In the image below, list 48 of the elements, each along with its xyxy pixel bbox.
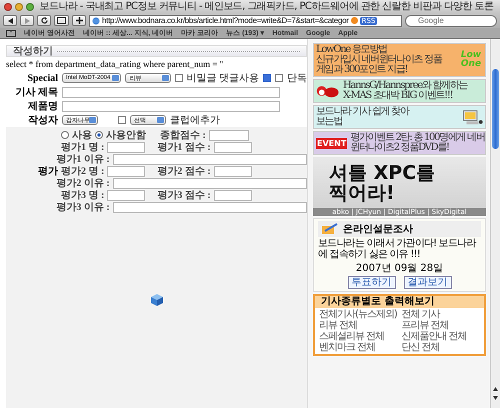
field-label: 평가1 이유 : — [56, 153, 110, 166]
banner-text: HannsG/Hannspree와 함께하는 X-MAS 초대박 BIG 이벤트!!! — [343, 81, 469, 101]
field-label: 평가1 명 : — [61, 141, 104, 154]
query-text: select * from department_data_rating where parent_num = '' — [6, 58, 224, 71]
event-badge: EVENT — [316, 138, 348, 148]
category-link[interactable]: 신제품안내 전체 — [402, 331, 480, 342]
promo-banner[interactable]: LowOne 응모방법 신규가입시 네버윈터나이츠 정품 게임과 300포인트 지급! Low One — [313, 43, 486, 77]
poll-button[interactable]: 투표하기 — [348, 276, 396, 289]
radio-label: 사용안함 — [106, 129, 146, 142]
field-label: 작성자 — [27, 114, 58, 127]
window-title: 보드나라 - 국내최고 PC정보 커뮤니티 - 메인보드, 그래픽카드, PC하드웨어에 관한 신랄한 비판과 다양한 토론 — [38, 0, 494, 12]
poll-button[interactable]: 결과보기 — [404, 276, 452, 289]
field-label: 제품명 — [27, 100, 58, 113]
search-field[interactable]: Google — [405, 14, 497, 26]
category-link[interactable]: 단신 전체 — [402, 342, 480, 353]
field-label: 평가3 이유 : — [56, 201, 110, 214]
checkbox-label: 단독 — [287, 72, 307, 85]
banner-text: LowOne 응모방법 신규가입시 네버윈터나이츠 정품 게임과 300포인트 지급! — [316, 45, 444, 75]
category-link[interactable]: 리뷰 전체 — [319, 320, 398, 331]
banner-text: 보드나라 기사 쉽게 찾아 보는법 — [316, 107, 410, 127]
field-label: 평가1 점수 : — [157, 141, 211, 154]
promo-banner[interactable]: HannsG/Hannspree와 함께하는 X-MAS 초대박 BIG 이벤트!!! — [313, 79, 486, 103]
field-label: 평가3 명 : — [61, 189, 104, 202]
category-link[interactable]: 스페셜리뷰 전체 — [319, 331, 398, 342]
poll-date: 2007년 09월 28일 — [354, 262, 444, 275]
checkbox-label: 비밀글 댓글사용 — [186, 72, 259, 85]
field-label: 평가2 점수 : — [157, 165, 211, 178]
category-link[interactable]: 벤치마크 전체 — [319, 342, 398, 353]
field-label: 평가3 점수 : — [157, 189, 211, 202]
field-label: 평가2 명 : — [61, 165, 104, 178]
section-title: 작성하기 — [13, 45, 53, 58]
category-title: 기사종류별로 출력해보기 — [315, 296, 484, 308]
ad-headline: 셔틀 XPC를 찍어라! — [328, 161, 436, 206]
promo-banner[interactable]: 보드나라 기사 쉽게 찾아 보는법 — [313, 105, 486, 129]
logo-text: Low One — [460, 51, 482, 69]
field-label: 평가2 이유 : — [56, 177, 110, 190]
field-label: 기사 제목 — [14, 86, 58, 99]
radio-label: 사용 — [72, 129, 92, 142]
group-label: 평가 — [38, 165, 58, 178]
field-label: Special — [26, 72, 58, 84]
field-label: 종합점수 : — [160, 129, 206, 142]
poll-title: 온라인설문조사 — [343, 223, 413, 236]
category-link[interactable]: 프리뷰 전체 — [402, 320, 480, 331]
poll-question: 보드나라는 이래서 가관이다! 보드나라에 접속하기 싫은 이유 !!! — [318, 238, 478, 260]
banner-text: 평가이벤트 2탄: 총 100명에게 네버 윈터나이츠2 정품DVD를! — [350, 133, 485, 153]
category-link[interactable]: 전체기사(뉴스제외) — [319, 309, 398, 320]
category-link[interactable]: 전체 기사 — [402, 309, 480, 320]
checkbox-label: 클럽에추가 — [170, 114, 220, 127]
